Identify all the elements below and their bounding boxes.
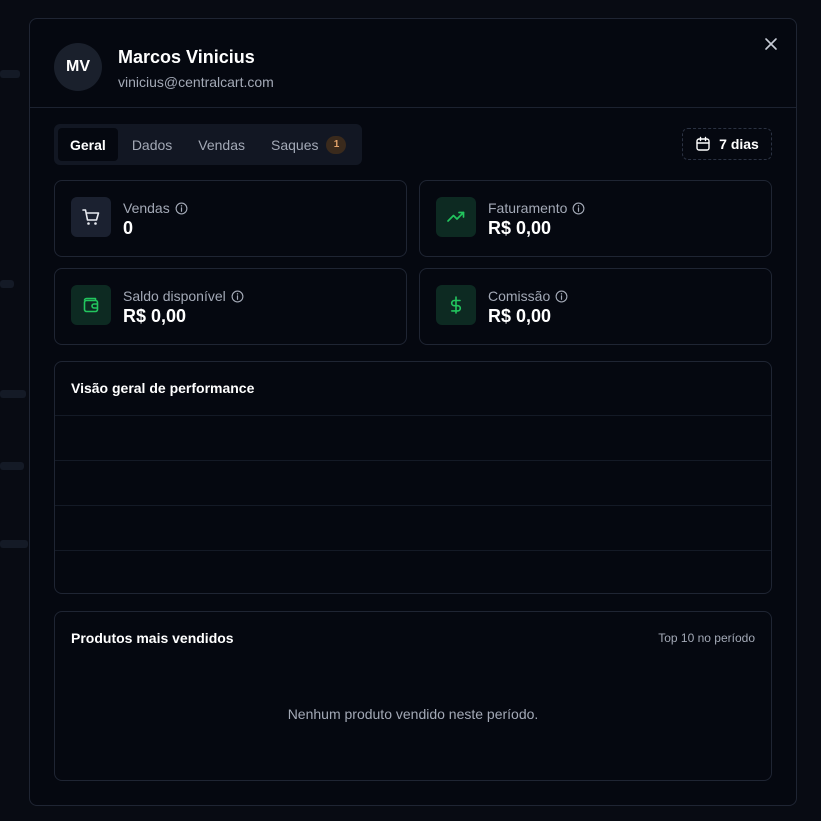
stat-card-commission: Comissão R$ 0,00: [419, 268, 772, 345]
top-products-panel: Produtos mais vendidos Top 10 no período…: [54, 611, 772, 781]
stat-icon-container: [436, 197, 476, 237]
info-icon[interactable]: [572, 202, 585, 215]
stat-icon-container: [71, 197, 111, 237]
stat-label-text: Saldo disponível: [123, 288, 226, 304]
stat-value: R$ 0,00: [488, 306, 552, 326]
chart-grid-line: [55, 550, 771, 551]
tab-label: Geral: [70, 136, 106, 153]
performance-title: Visão geral de performance: [71, 380, 255, 396]
stat-label-text: Comissão: [488, 288, 551, 304]
modal-header: MV Marcos Vinicius vinicius@centralcart.…: [30, 19, 796, 108]
stat-value: R$ 0,00: [123, 306, 187, 326]
info-icon[interactable]: [231, 290, 244, 303]
stat-label-text: Vendas: [123, 200, 170, 216]
tab-vendas[interactable]: Vendas: [186, 128, 257, 161]
info-icon[interactable]: [175, 202, 188, 215]
tab-label: Vendas: [198, 136, 245, 153]
backdrop-ghost: [0, 462, 24, 470]
period-label: 7 dias: [719, 136, 759, 152]
empty-state-message: Nenhum produto vendido neste período.: [287, 706, 539, 722]
tab-geral[interactable]: Geral: [58, 128, 118, 161]
cart-icon: [82, 209, 100, 225]
wallet-icon: [83, 297, 99, 313]
calendar-icon: [696, 136, 710, 151]
tab-label: Saques: [271, 136, 319, 153]
chart-grid-line: [55, 505, 771, 506]
period-selector-button[interactable]: 7 dias: [682, 128, 772, 160]
stat-icon-container: [436, 285, 476, 325]
stat-label: Faturamento: [488, 200, 585, 216]
stat-label-text: Faturamento: [488, 200, 568, 216]
performance-panel: Visão geral de performance: [54, 361, 772, 594]
tab-count-badge: 1: [326, 135, 347, 154]
affiliate-details-modal: MV Marcos Vinicius vinicius@centralcart.…: [29, 18, 797, 806]
backdrop-ghost: [0, 70, 20, 78]
tab-label: Dados: [131, 136, 173, 153]
stat-label: Vendas: [123, 200, 188, 216]
user-email: vinicius@centralcart.com: [118, 74, 274, 90]
user-name: Marcos Vinicius: [118, 47, 255, 67]
top-products-title: Produtos mais vendidos: [71, 630, 234, 646]
avatar: MV: [54, 43, 102, 91]
trending-up-icon: [447, 211, 465, 222]
tab-bar: Geral Dados Vendas Saques 1: [54, 124, 363, 165]
stat-value: R$ 0,00: [488, 218, 552, 238]
backdrop-ghost: [0, 540, 28, 548]
stat-label: Comissão: [488, 288, 568, 304]
backdrop-ghost: [0, 280, 14, 288]
stat-card-sales: Vendas 0: [54, 180, 407, 257]
backdrop-ghost: [0, 390, 26, 398]
tab-saques[interactable]: Saques 1: [259, 128, 358, 161]
info-icon[interactable]: [555, 290, 568, 303]
tab-dados[interactable]: Dados: [120, 128, 184, 161]
dollar-icon: [450, 296, 462, 314]
stat-label: Saldo disponível: [123, 288, 244, 304]
stat-icon-container: [71, 285, 111, 325]
chart-baseline: [55, 593, 771, 594]
stat-card-revenue: Faturamento R$ 0,00: [419, 180, 772, 257]
chart-grid-line: [55, 460, 771, 461]
stat-card-balance: Saldo disponível R$ 0,00: [54, 268, 407, 345]
top-products-subtitle: Top 10 no período: [658, 631, 755, 645]
stat-value: 0: [123, 218, 134, 238]
chart-grid-line: [55, 415, 771, 416]
